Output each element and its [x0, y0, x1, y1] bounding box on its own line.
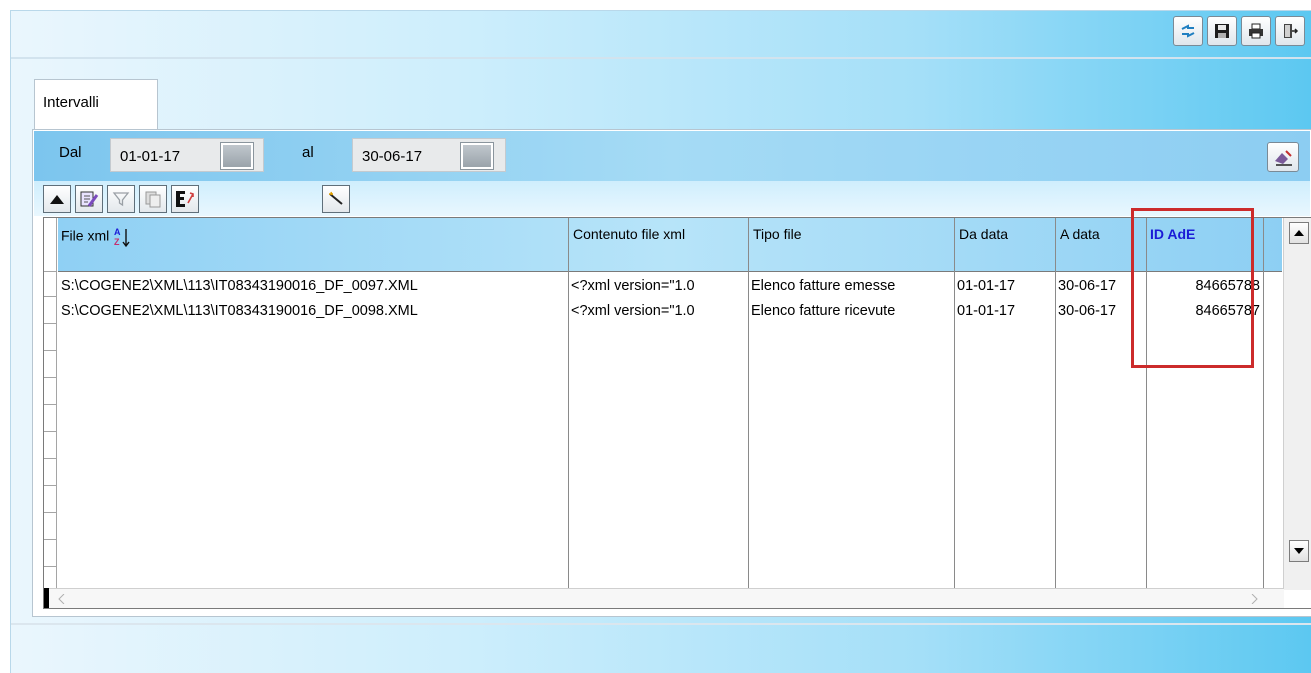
wand-icon — [329, 191, 343, 205]
column-header-da-data[interactable]: Da data — [959, 226, 1008, 242]
column-header-tipo-file[interactable]: Tipo file — [753, 226, 802, 242]
export-excel-button[interactable] — [171, 185, 199, 213]
refresh-icon — [1181, 24, 1195, 38]
column-divider — [748, 218, 749, 590]
print-icon — [1249, 23, 1263, 39]
copy-icon — [145, 191, 161, 208]
filter-icon — [112, 192, 130, 207]
exit-icon — [1284, 24, 1299, 38]
row-selector[interactable] — [44, 432, 56, 459]
cell-id-ade: 84665788 — [1195, 278, 1260, 294]
eraser-icon — [1275, 150, 1292, 166]
calendar-icon[interactable] — [221, 143, 253, 169]
from-label: Dal — [59, 144, 82, 161]
eraser-button[interactable] — [1267, 142, 1299, 172]
column-divider — [1146, 218, 1147, 590]
toolbar-divider — [11, 57, 1311, 59]
scroll-left-icon[interactable] — [58, 594, 66, 604]
filter-button[interactable] — [107, 185, 135, 213]
top-toolbar — [1173, 16, 1305, 46]
column-header-file-xml[interactable]: File xml A Z — [61, 226, 130, 248]
arrow-up-icon — [1294, 230, 1304, 236]
column-header-contenuto[interactable]: Contenuto file xml — [573, 226, 685, 242]
main-window: Intervalli Dal 01-01-17 al 30-06-17 File… — [10, 10, 1311, 673]
arrow-down-icon — [1294, 548, 1304, 554]
date-filter-bar: Dal 01-01-17 al 30-06-17 — [34, 131, 1310, 181]
export-excel-icon — [176, 191, 194, 207]
copy-button[interactable] — [139, 185, 167, 213]
svg-text:A: A — [114, 227, 121, 237]
vertical-scrollbar[interactable] — [1283, 218, 1311, 590]
cell-id-ade: 84665787 — [1195, 303, 1260, 319]
collapse-up-icon — [50, 195, 64, 204]
tab-label: Intervalli — [43, 94, 99, 111]
scroll-right-icon[interactable] — [1250, 594, 1258, 604]
scroll-up-button[interactable] — [1289, 222, 1309, 244]
column-header-a-data[interactable]: A data — [1060, 226, 1100, 242]
column-header-id-ade[interactable]: ID AdE — [1150, 226, 1195, 242]
to-label: al — [302, 144, 314, 161]
cell-to-date: 30-06-17 — [1058, 303, 1117, 319]
row-selector[interactable] — [44, 513, 56, 540]
column-divider — [954, 218, 955, 590]
save-icon — [1215, 24, 1229, 38]
row-selector[interactable] — [44, 351, 56, 378]
calendar-icon[interactable] — [461, 143, 493, 169]
edit-record-icon — [80, 191, 99, 207]
row-selector[interactable] — [44, 540, 56, 567]
save-button[interactable] — [1207, 16, 1237, 46]
row-selector[interactable] — [44, 405, 56, 432]
exit-button[interactable] — [1275, 16, 1305, 46]
from-date-value: 01-01-17 — [120, 148, 181, 165]
grid-toolbar — [34, 181, 1310, 216]
column-divider — [1263, 218, 1264, 590]
print-button[interactable] — [1241, 16, 1271, 46]
data-grid: File xml A Z Contenuto file xml Tipo fil… — [43, 217, 1311, 609]
tab-panel: Dal 01-01-17 al 30-06-17 File xml A Z Co… — [32, 129, 1311, 617]
cell-content: <?xml version="1.0 — [571, 278, 695, 294]
column-divider — [568, 218, 569, 590]
row-selector-column — [44, 218, 57, 590]
to-date-value: 30-06-17 — [362, 148, 423, 165]
from-date-field[interactable]: 01-01-17 — [110, 138, 264, 172]
row-selector[interactable] — [44, 272, 56, 297]
to-date-field[interactable]: 30-06-17 — [352, 138, 506, 172]
cell-content: <?xml version="1.0 — [571, 303, 695, 319]
column-header-label: File xml — [61, 227, 110, 244]
wizard-button[interactable] — [322, 185, 350, 213]
scroll-corner — [44, 588, 49, 608]
row-selector-header — [44, 218, 56, 272]
row-selector[interactable] — [44, 459, 56, 486]
cell-to-date: 30-06-17 — [1058, 278, 1117, 294]
cell-file: S:\COGENE2\XML\113\IT08343190016_DF_0098… — [61, 303, 418, 319]
sort-az-icon[interactable]: A Z — [114, 226, 130, 248]
refresh-button[interactable] — [1173, 16, 1203, 46]
row-selector[interactable] — [44, 378, 56, 405]
column-divider — [1055, 218, 1056, 590]
cell-type: Elenco fatture ricevute — [751, 303, 896, 319]
cell-file: S:\COGENE2\XML\113\IT08343190016_DF_0097… — [61, 278, 418, 294]
row-selector[interactable] — [44, 324, 56, 351]
edit-record-button[interactable] — [75, 185, 103, 213]
horizontal-scrollbar[interactable] — [44, 588, 1284, 608]
cell-type: Elenco fatture emesse — [751, 278, 896, 294]
footer-divider — [11, 623, 1311, 625]
row-selector[interactable] — [44, 297, 56, 324]
cell-from-date: 01-01-17 — [957, 278, 1016, 294]
svg-text:Z: Z — [114, 237, 120, 247]
row-selector[interactable] — [44, 486, 56, 513]
cell-from-date: 01-01-17 — [957, 303, 1016, 319]
scroll-down-button[interactable] — [1289, 540, 1309, 562]
collapse-button[interactable] — [43, 185, 71, 213]
tab-intervalli[interactable]: Intervalli — [34, 79, 158, 131]
